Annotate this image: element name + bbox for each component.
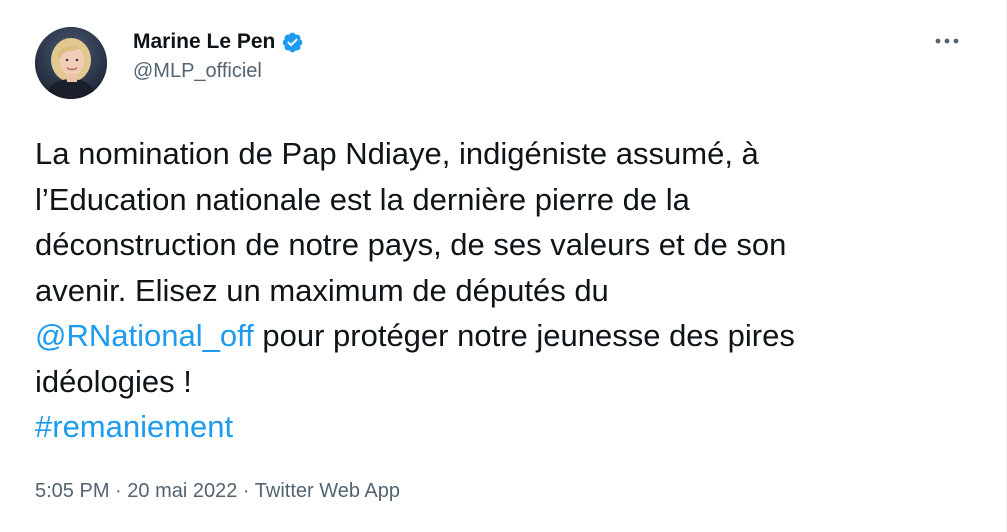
- author-name-row: Marine Le Pen: [133, 27, 304, 57]
- verified-badge-icon: [281, 31, 304, 54]
- tweet-text-line: avenir. Elisez un maximum de députés du: [35, 272, 609, 308]
- tweet-source[interactable]: Twitter Web App: [255, 480, 400, 502]
- author-handle[interactable]: @MLP_officiel: [133, 60, 262, 83]
- tweet-text-line: l’Education nationale est la dernière pi…: [35, 181, 690, 217]
- avatar-image: [35, 27, 107, 99]
- avatar[interactable]: [35, 27, 107, 99]
- tweet-card: Marine Le Pen @MLP_officiel La nominatio…: [0, 0, 1007, 532]
- tweet-time[interactable]: 5:05 PM: [35, 480, 109, 502]
- tweet-text-line: déconstruction de notre pays, de ses val…: [35, 227, 787, 262]
- tweet-text: La nomination de Pap Ndiaye, indigéniste…: [35, 131, 970, 450]
- tweet-text-segment: pour protéger notre jeunesse des pires: [253, 318, 795, 353]
- tweet-text-line: @RNational_off pour protéger notre jeune…: [35, 313, 970, 359]
- mention-link[interactable]: @RNational_off: [35, 318, 254, 353]
- tweet-text-line: #remaniement: [35, 404, 970, 450]
- tweet-date[interactable]: 20 mai 2022: [127, 480, 237, 502]
- meta-separator: ·: [109, 480, 128, 502]
- more-options-icon: [935, 38, 959, 44]
- author-display-name[interactable]: Marine Le Pen: [133, 30, 275, 54]
- meta-separator: ·: [237, 480, 255, 502]
- hashtag-link[interactable]: #remaniement: [35, 409, 233, 444]
- more-options-button[interactable]: [922, 23, 972, 59]
- tweet-text-line: idéologies !: [35, 363, 192, 399]
- tweet-text-line: La nomination de Pap Ndiaye, indigéniste…: [35, 136, 759, 171]
- tweet-metadata: 5:05 PM · 20 mai 2022 · Twitter Web App: [35, 480, 400, 503]
